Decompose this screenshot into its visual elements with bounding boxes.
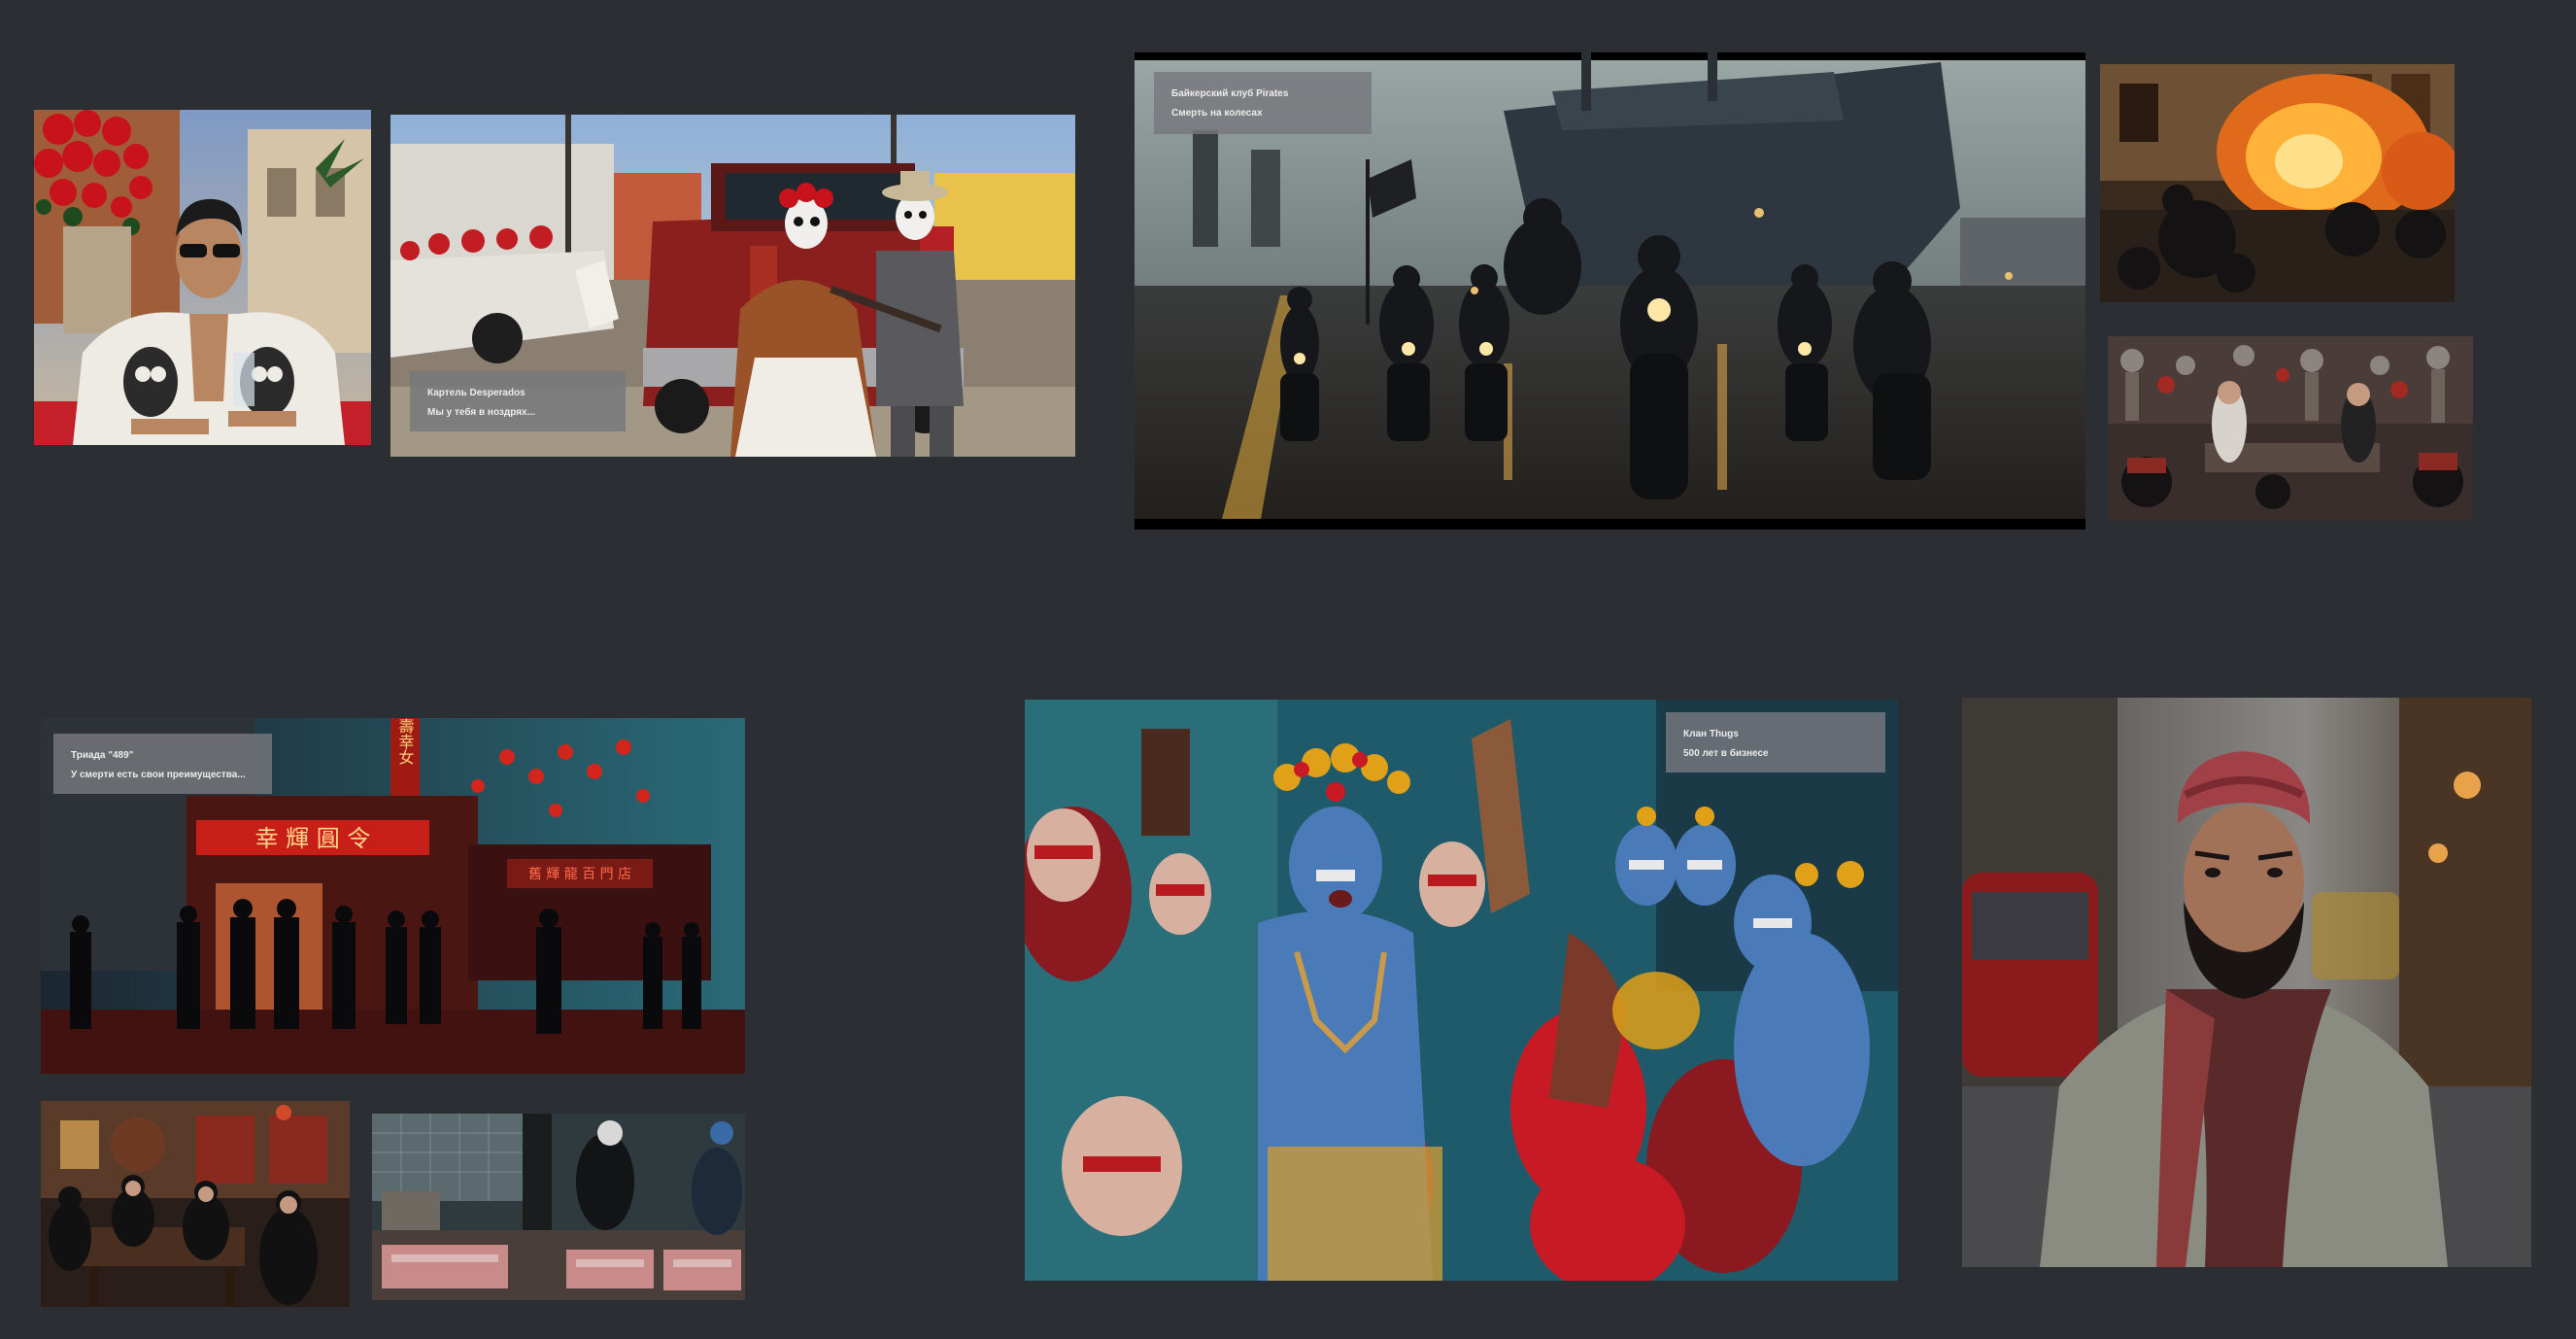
caption-triad: Триада "489" У смерти есть свои преимуще…	[53, 734, 272, 794]
caption-pirates: Байкерский клуб Pirates Смерть на колеса…	[1154, 72, 1372, 134]
caption-desperados-subtitle: Мы у тебя в ноздрях...	[427, 407, 535, 418]
photo-skeleton-workshop[interactable]	[2108, 336, 2473, 521]
photo-turban-man[interactable]	[1962, 698, 2531, 1267]
triad-vertical-sign: 壽幸女	[396, 718, 415, 765]
photo-burning-street[interactable]	[2100, 64, 2455, 302]
caption-desperados: Картель Desperados Мы у тебя в ноздрях..…	[410, 371, 626, 431]
photo-skull-jacket-man[interactable]	[34, 110, 371, 445]
photo-mahjong-room[interactable]	[41, 1101, 350, 1307]
caption-triad-subtitle: У смерти есть свои преимущества...	[71, 770, 246, 780]
triad-side-sign: 舊 輝 龍 百 門 店	[528, 866, 631, 882]
caption-triad-title: Триада "489"	[71, 750, 134, 761]
triad-main-sign: 幸 輝 圓 令	[255, 825, 371, 852]
caption-thugs-subtitle: 500 лет в бизнесе	[1683, 748, 1769, 759]
caption-pirates-subtitle: Смерть на колесах	[1171, 108, 1263, 119]
caption-pirates-title: Байкерский клуб Pirates	[1171, 88, 1289, 99]
photo-fish-market[interactable]	[372, 1114, 745, 1300]
photo-thugs-ritual[interactable]	[1025, 700, 1898, 1281]
caption-desperados-title: Картель Desperados	[427, 388, 525, 398]
caption-thugs-title: Клан Thugs	[1683, 729, 1739, 739]
caption-thugs: Клан Thugs 500 лет в бизнесе	[1666, 712, 1885, 772]
